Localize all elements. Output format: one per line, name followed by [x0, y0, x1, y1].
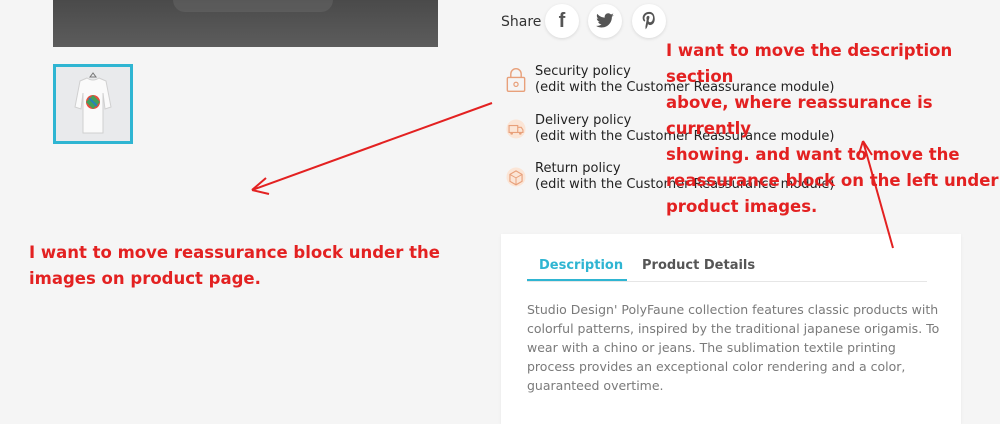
annotation-line: I want to move the description section — [666, 41, 953, 86]
annotation-line: above, where reassurance is currently — [666, 93, 933, 138]
annotation-line: showing. and want to move the — [666, 145, 960, 164]
annotation-line: reassurance block on the left under — [666, 171, 999, 190]
annotation-right: I want to move the description section a… — [666, 38, 1000, 220]
annotation-line: product images. — [666, 197, 818, 216]
annotation-line: I want to move reassurance block under t… — [29, 243, 440, 262]
annotation-line: images on product page. — [29, 269, 261, 288]
arrow-to-left — [251, 102, 493, 195]
annotation-left: I want to move reassurance block under t… — [29, 240, 489, 292]
